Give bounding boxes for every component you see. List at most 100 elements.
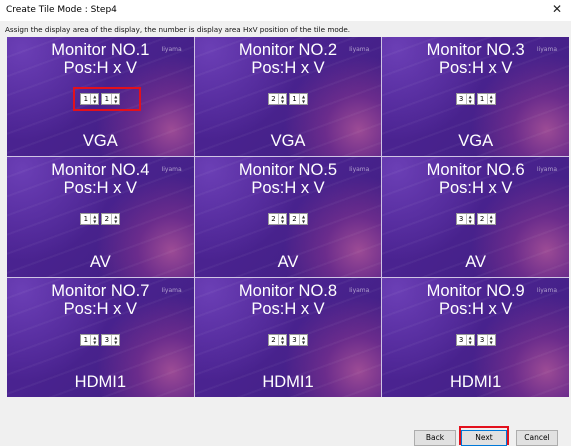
tile-grid: Iiyama Monitor NO.1 Pos:H x V 1 ▲ ▼ 1 ▲ ▼ VGA Iiya… [7,37,569,397]
spin-down-icon[interactable]: ▼ [467,219,474,224]
spinner-arrows: ▲ ▼ [277,94,286,104]
position-spinners: 2 ▲ ▼ 3 ▲ ▼ [267,333,308,346]
position-label: Pos:H x V [63,179,137,198]
h-position-spinner[interactable]: 1 ▲ ▼ [80,333,100,346]
spin-down-icon[interactable]: ▼ [488,219,495,224]
spin-down-icon[interactable]: ▼ [467,99,474,104]
cancel-button[interactable]: Cancel [516,430,558,446]
spin-down-icon[interactable]: ▼ [488,99,495,104]
position-spinners: 2 ▲ ▼ 1 ▲ ▼ [267,93,308,105]
spinner-arrows: ▲ ▼ [486,94,495,104]
v-position-spinner[interactable]: 3 ▲ ▼ [476,333,496,346]
monitor-title: Monitor NO.2 [238,41,338,59]
spinner-value[interactable]: 2 [478,214,487,224]
title-bar: Create Tile Mode : Step4 ✕ [0,0,571,21]
spinner-value[interactable]: 3 [457,335,466,345]
spinner-value[interactable]: 2 [102,214,111,224]
position-spinners: 2 ▲ ▼ 2 ▲ ▼ [267,213,308,226]
back-button[interactable]: Back [414,430,456,446]
spinner-arrows: ▲ ▼ [111,214,119,225]
spin-down-icon[interactable]: ▼ [279,99,286,104]
spin-down-icon[interactable]: ▼ [300,340,307,345]
spinner-value[interactable]: 3 [478,335,487,345]
spinner-arrows: ▲ ▼ [90,214,98,225]
input-source-label: AV [277,252,299,271]
position-label: Pos:H x V [438,299,513,318]
spin-down-icon[interactable]: ▼ [112,219,119,224]
h-position-spinner[interactable]: 2 ▲ ▼ [267,333,287,346]
spinner-value[interactable]: 3 [457,94,466,104]
position-spinners: 3 ▲ ▼ 1 ▲ ▼ [455,93,496,105]
spin-down-icon[interactable]: ▼ [488,340,495,345]
monitor-title: Monitor NO.7 [51,281,150,300]
input-source-label: HDMI1 [449,373,502,391]
monitor-tile: Iiyama Monitor NO.1 Pos:H x V 1 ▲ ▼ 1 ▲ ▼ VGA [7,37,194,157]
monitor-tile: Iiyama Monitor NO.4 Pos:H x V 1 ▲ ▼ 2 ▲ ▼ AV [7,157,194,277]
spinner-highlight [73,87,141,111]
spinner-arrows: ▲ ▼ [277,214,286,225]
instruction-text: Assign the display area of the display, … [5,25,351,34]
position-spinners: 1 ▲ ▼ 3 ▲ ▼ [80,333,121,346]
spin-down-icon[interactable]: ▼ [300,99,307,104]
next-button[interactable]: Next [461,430,507,446]
v-position-spinner[interactable]: 3 ▲ ▼ [101,333,121,346]
position-spinners: 3 ▲ ▼ 2 ▲ ▼ [455,213,496,226]
close-icon[interactable]: ✕ [545,0,569,20]
spinner-arrows: ▲ ▼ [465,214,474,225]
spinner-value[interactable]: 2 [269,335,278,345]
h-position-spinner[interactable]: 3 ▲ ▼ [455,213,475,226]
spin-down-icon[interactable]: ▼ [279,340,286,345]
spinner-value[interactable]: 2 [269,94,278,104]
spin-down-icon[interactable]: ▼ [300,219,307,224]
spinner-value[interactable]: 1 [478,94,487,104]
monitor-title: Monitor NO.3 [426,41,525,59]
spin-down-icon[interactable]: ▼ [91,340,98,345]
position-label: Pos:H x V [251,179,325,198]
h-position-spinner[interactable]: 3 ▲ ▼ [455,93,475,105]
v-position-spinner[interactable]: 2 ▲ ▼ [101,213,121,226]
position-spinners: 3 ▲ ▼ 3 ▲ ▼ [455,333,496,346]
h-position-spinner[interactable]: 2 ▲ ▼ [267,93,287,105]
h-position-spinner[interactable]: 1 ▲ ▼ [80,213,100,226]
spinner-value[interactable]: 1 [290,94,299,104]
spinner-value[interactable]: 3 [290,335,299,345]
monitor-title: Monitor NO.1 [51,41,150,59]
monitor-title: Monitor NO.5 [238,161,338,180]
input-source-label: AV [89,252,111,271]
spinner-arrows: ▲ ▼ [298,334,307,345]
spin-down-icon[interactable]: ▼ [467,340,474,345]
position-label: Pos:H x V [63,299,137,318]
position-label: Pos:H x V [438,59,513,77]
spinner-value[interactable]: 2 [269,214,278,224]
monitor-tile: Iiyama Monitor NO.9 Pos:H x V 3 ▲ ▼ 3 ▲ ▼ HDMI1 [382,277,569,397]
v-position-spinner[interactable]: 3 ▲ ▼ [288,333,308,346]
h-position-spinner[interactable]: 2 ▲ ▼ [267,213,287,226]
monitor-title: Monitor NO.8 [238,281,338,300]
v-position-spinner[interactable]: 2 ▲ ▼ [288,213,308,226]
monitor-tile: Iiyama Monitor NO.8 Pos:H x V 2 ▲ ▼ 3 ▲ ▼ HDMI1 [194,277,382,397]
spinner-value[interactable]: 3 [102,335,111,345]
spinner-arrows: ▲ ▼ [298,214,307,225]
spinner-value[interactable]: 3 [457,214,466,224]
v-position-spinner[interactable]: 2 ▲ ▼ [476,213,496,226]
spinner-value[interactable]: 2 [290,214,299,224]
monitor-title: Monitor NO.9 [426,281,525,300]
h-position-spinner[interactable]: 3 ▲ ▼ [455,333,475,346]
spinner-arrows: ▲ ▼ [277,334,286,345]
monitor-tile: Iiyama Monitor NO.7 Pos:H x V 1 ▲ ▼ 3 ▲ ▼ HDMI1 [7,277,194,397]
position-label: Pos:H x V [63,59,137,77]
spinner-value[interactable]: 1 [81,214,90,224]
monitor-tile: Iiyama Monitor NO.3 Pos:H x V 3 ▲ ▼ 1 ▲ ▼ VGA [382,37,569,157]
spinner-arrows: ▲ ▼ [486,334,495,345]
spin-down-icon[interactable]: ▼ [91,219,98,224]
spin-down-icon[interactable]: ▼ [112,340,119,345]
spin-down-icon[interactable]: ▼ [279,219,286,224]
spinner-arrows: ▲ ▼ [465,94,474,104]
position-label: Pos:H x V [438,179,513,198]
monitor-tile: Iiyama Monitor NO.2 Pos:H x V 2 ▲ ▼ 1 ▲ ▼ VGA [194,37,382,157]
position-label: Pos:H x V [251,59,325,77]
v-position-spinner[interactable]: 1 ▲ ▼ [288,93,308,105]
v-position-spinner[interactable]: 1 ▲ ▼ [476,93,496,105]
input-source-label: HDMI1 [74,373,126,391]
spinner-value[interactable]: 1 [81,335,90,345]
